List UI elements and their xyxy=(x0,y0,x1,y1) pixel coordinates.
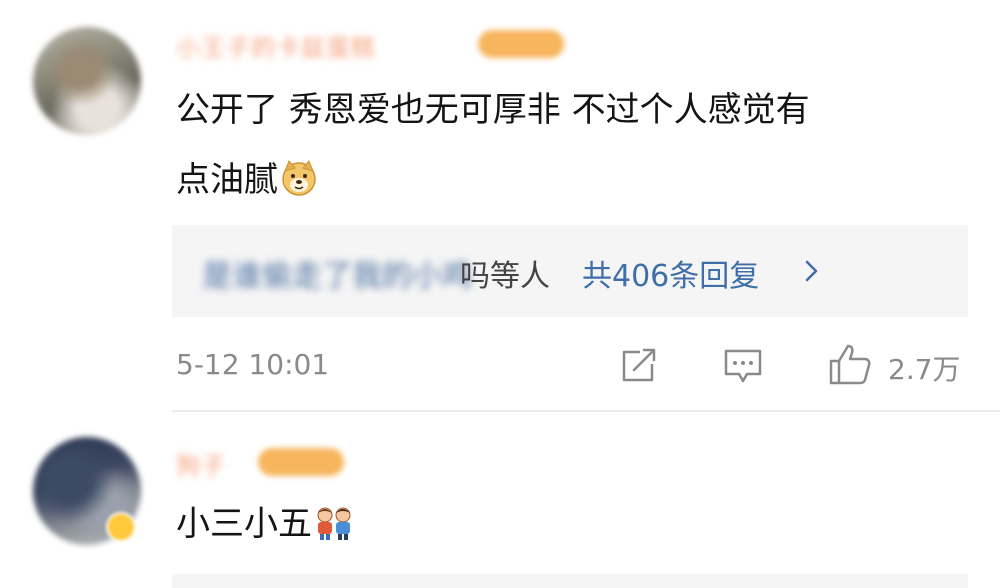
share-icon[interactable] xyxy=(620,348,658,388)
reply-summary[interactable] xyxy=(172,574,968,588)
kids-emoji-icon xyxy=(314,505,354,554)
comment-text-line: 点油腻 xyxy=(176,156,318,210)
like-count: 2.7万 xyxy=(888,353,961,386)
comment-text-line: 小三小五 xyxy=(176,500,354,554)
username[interactable]: 狗子 xyxy=(176,446,226,481)
comment-timestamp: 5-12 10:01 xyxy=(176,348,330,381)
comment-text-fragment: 点油腻 xyxy=(176,160,278,200)
comment-text-fragment: 小三小五 xyxy=(176,504,312,544)
comment-icon[interactable] xyxy=(723,348,763,388)
reply-count-link[interactable]: 共406条回复 xyxy=(582,251,759,295)
user-level-badge xyxy=(478,30,564,58)
chevron-right-icon[interactable] xyxy=(802,259,822,283)
divider xyxy=(172,410,1000,412)
reply-usernames[interactable]: 是谁偷走了我的小鸡 xyxy=(202,251,472,295)
reply-summary[interactable]: 是谁偷走了我的小鸡 吗等人 共406条回复 xyxy=(172,225,968,317)
user-level-badge xyxy=(258,448,344,476)
reply-others-label: 吗等人 xyxy=(460,259,550,294)
verified-badge-icon xyxy=(106,512,136,542)
comment-text-line: 公开了 秀恩爱也无可厚非 不过个人感觉有 xyxy=(176,90,810,130)
username[interactable]: 小王子的卡兹蛋糕 xyxy=(176,28,376,63)
avatar[interactable] xyxy=(33,27,141,135)
doge-emoji-icon xyxy=(280,159,318,210)
thumbs-up-icon[interactable] xyxy=(828,343,872,389)
